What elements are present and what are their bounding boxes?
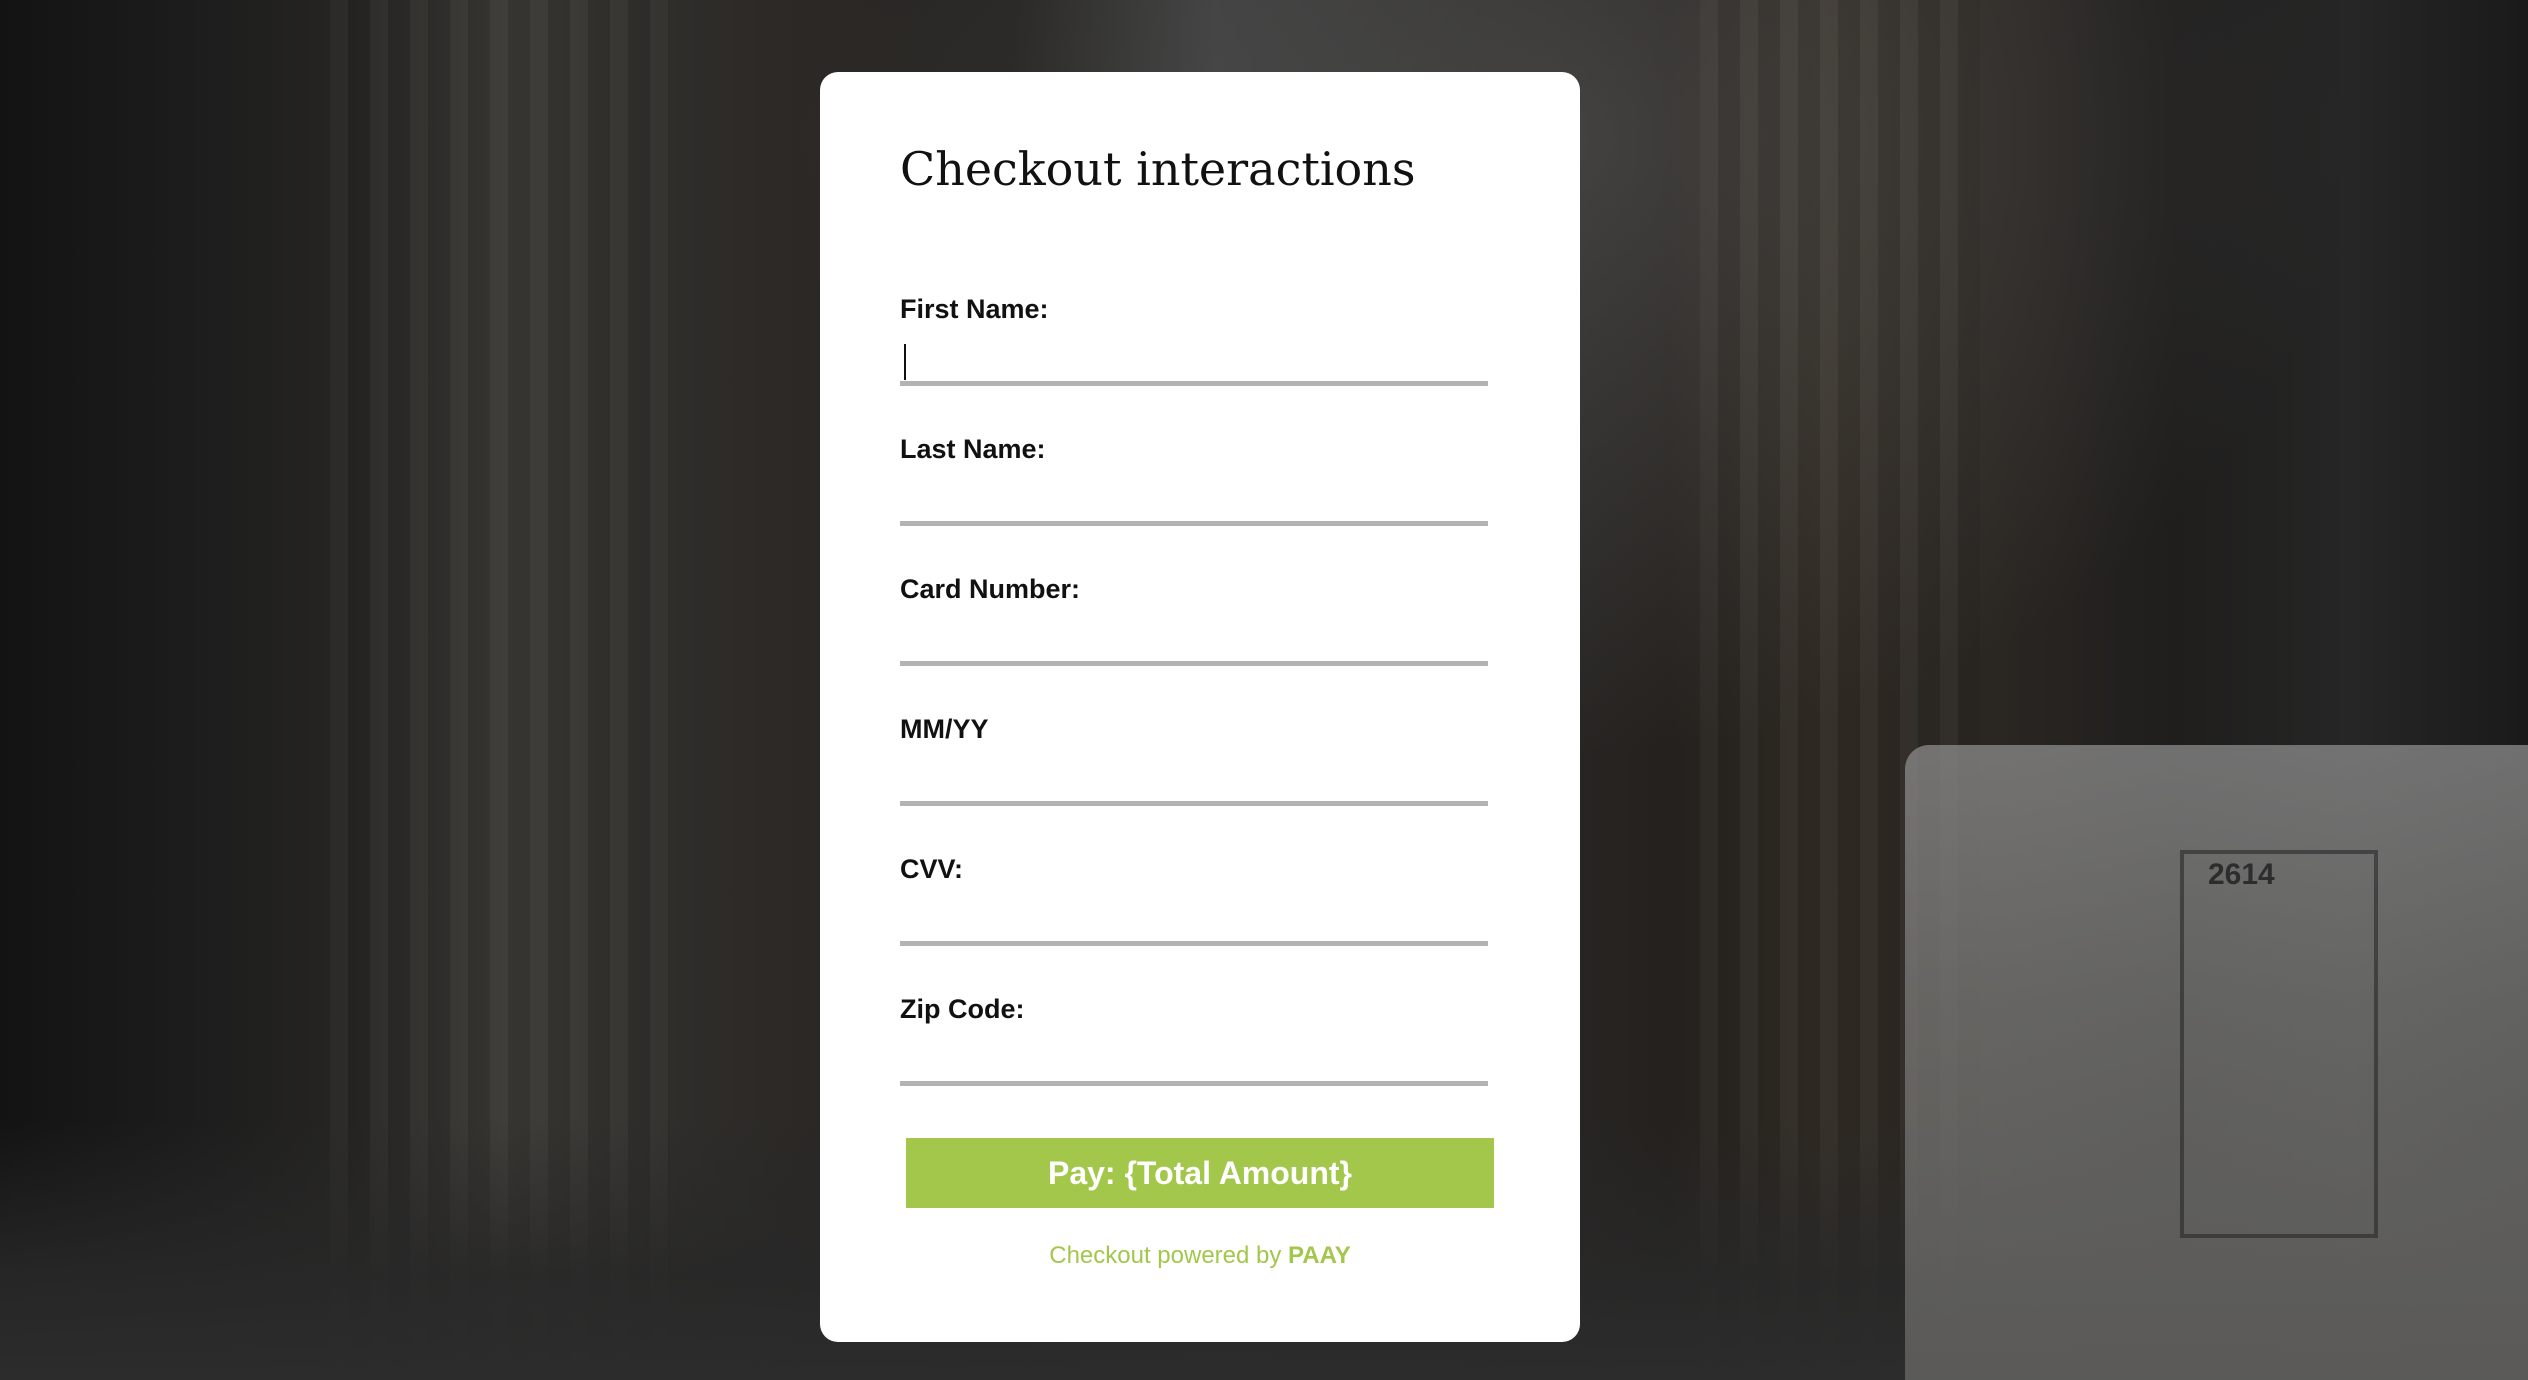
expiry-field: MM/YY	[900, 714, 1488, 806]
first-name-field: First Name:	[900, 294, 1488, 386]
powered-by-text: Checkout powered by	[1049, 1242, 1289, 1269]
expiry-label: MM/YY	[900, 714, 989, 744]
card-number-field: Card Number:	[900, 574, 1488, 666]
zip-code-field: Zip Code:	[900, 994, 1488, 1086]
page-title: Checkout interactions	[900, 142, 1416, 196]
last-name-label: Last Name:	[900, 434, 1046, 464]
first-name-label: First Name:	[900, 294, 1049, 324]
cvv-field: CVV:	[900, 854, 1488, 946]
cvv-label: CVV:	[900, 854, 964, 884]
paay-brand-link[interactable]: PAAY	[1288, 1242, 1351, 1269]
text-cursor	[904, 344, 906, 380]
last-name-field: Last Name:	[900, 434, 1488, 526]
pay-button[interactable]: Pay: {Total Amount}	[906, 1138, 1494, 1208]
last-name-input[interactable]	[900, 476, 1488, 526]
first-name-input[interactable]	[900, 336, 1488, 386]
card-number-label: Card Number:	[900, 574, 1081, 604]
expiry-input[interactable]	[900, 756, 1488, 806]
card-number-input[interactable]	[900, 616, 1488, 666]
truck-door	[2180, 850, 2378, 1238]
zip-code-input[interactable]	[900, 1036, 1488, 1086]
cvv-input[interactable]	[900, 896, 1488, 946]
zip-code-label: Zip Code:	[900, 994, 1025, 1024]
checkout-card: Checkout interactions First Name: Last N…	[820, 72, 1580, 1342]
truck-number: 2614	[2208, 858, 2275, 891]
powered-by: Checkout powered by PAAY	[820, 1242, 1580, 1270]
